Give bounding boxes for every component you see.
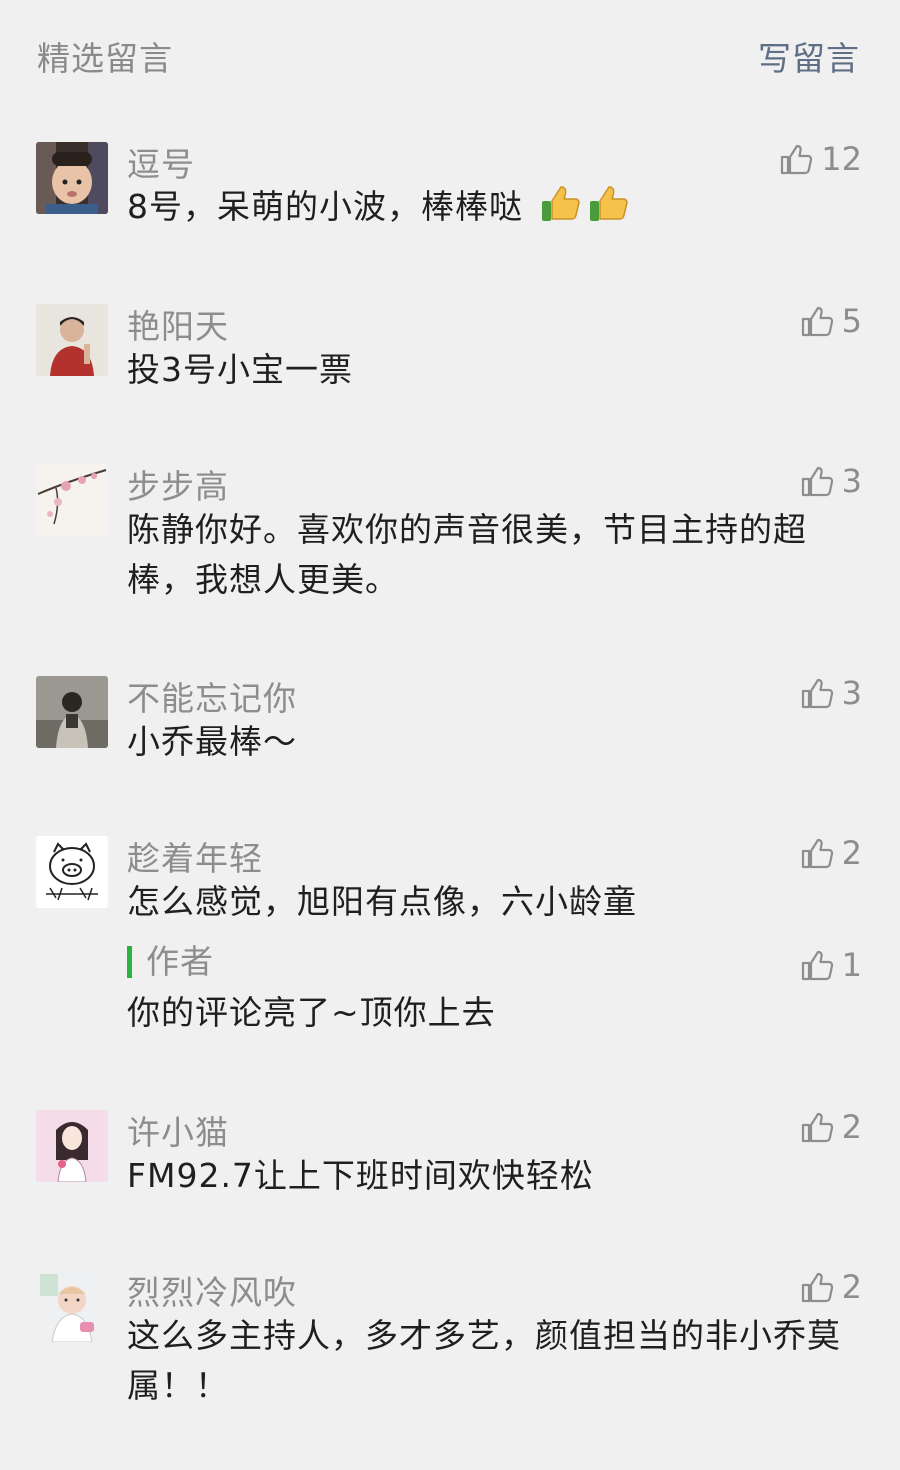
thumbs-up-emoji-icon — [541, 186, 580, 221]
comment-text: 小乔最棒～ — [127, 722, 297, 761]
avatar[interactable] — [36, 464, 108, 536]
like-count: 2 — [841, 1108, 862, 1146]
comment-nickname[interactable]: 烈烈冷风吹 — [127, 1266, 297, 1314]
thumbs-up-icon — [801, 306, 833, 337]
comment-nickname[interactable]: 逗号 — [127, 138, 195, 186]
like-button[interactable]: 2 — [800, 834, 862, 872]
reply-like-button[interactable]: 1 — [800, 946, 862, 984]
baby-avatar-image — [36, 1270, 108, 1342]
pig-sketch-avatar-image — [36, 836, 108, 908]
person-avatar-image — [36, 304, 108, 376]
like-count: 2 — [841, 834, 862, 872]
comment-nickname[interactable]: 步步高 — [127, 460, 229, 508]
author-reply-label: 作者 — [127, 945, 214, 978]
comment-nickname[interactable]: 趁着年轻 — [127, 832, 263, 880]
like-count: 2 — [841, 1268, 862, 1306]
comment-text: 8号，呆萌的小波，棒棒哒 — [127, 182, 847, 232]
comment-text: 怎么感觉，旭阳有点像，六小龄童 — [127, 882, 637, 921]
like-button[interactable]: 2 — [800, 1108, 862, 1146]
thumbs-up-icon — [801, 1272, 833, 1303]
avatar[interactable] — [36, 836, 108, 908]
child-avatar-image — [36, 142, 108, 214]
avatar[interactable] — [36, 1110, 108, 1182]
like-button[interactable]: 5 — [800, 302, 862, 340]
dark-person-avatar-image — [36, 676, 108, 748]
author-reply-text: 你的评论亮了~顶你上去 — [127, 993, 496, 1032]
thumbs-up-icon — [801, 678, 833, 709]
plum-blossom-avatar-image — [36, 464, 108, 536]
comment-text: 这么多主持人，多才多艺，颜值担当的非小乔莫属！！ — [127, 1316, 841, 1405]
avatar[interactable] — [36, 304, 108, 376]
avatar[interactable] — [36, 676, 108, 748]
thumbs-up-emoji-icon — [589, 186, 628, 221]
comment-text: 陈静你好。喜欢你的声音很美，节目主持的超棒，我想人更美。 — [127, 510, 807, 599]
thumbs-up-icon — [781, 144, 813, 175]
like-button[interactable]: 3 — [800, 674, 862, 712]
comment-text: FM92.7让上下班时间欢快轻松 — [127, 1156, 594, 1195]
comments-header: 精选留言 写留言 — [0, 0, 900, 110]
like-count: 3 — [841, 674, 862, 712]
like-button[interactable]: 2 — [800, 1268, 862, 1306]
thumbs-up-icon — [801, 1112, 833, 1143]
write-comment-link[interactable]: 写留言 — [758, 32, 860, 80]
comment-nickname[interactable]: 艳阳天 — [127, 300, 229, 348]
like-count: 3 — [841, 462, 862, 500]
thumbs-up-icon — [801, 950, 833, 981]
comment-nickname[interactable]: 不能忘记你 — [127, 672, 297, 720]
avatar[interactable] — [36, 142, 108, 214]
comment-text: 投3号小宝一票 — [127, 350, 353, 389]
like-button[interactable]: 3 — [800, 462, 862, 500]
like-count: 5 — [841, 302, 862, 340]
comment-nickname[interactable]: 许小猫 — [127, 1106, 229, 1154]
avatar[interactable] — [36, 1270, 108, 1342]
like-button[interactable]: 12 — [779, 140, 862, 178]
reply-like-count: 1 — [841, 946, 862, 984]
like-count: 12 — [821, 140, 862, 178]
featured-comments-title: 精选留言 — [37, 39, 173, 78]
anime-girl-avatar-image — [36, 1110, 108, 1182]
thumbs-up-icon — [801, 466, 833, 497]
thumbs-up-icon — [801, 838, 833, 869]
